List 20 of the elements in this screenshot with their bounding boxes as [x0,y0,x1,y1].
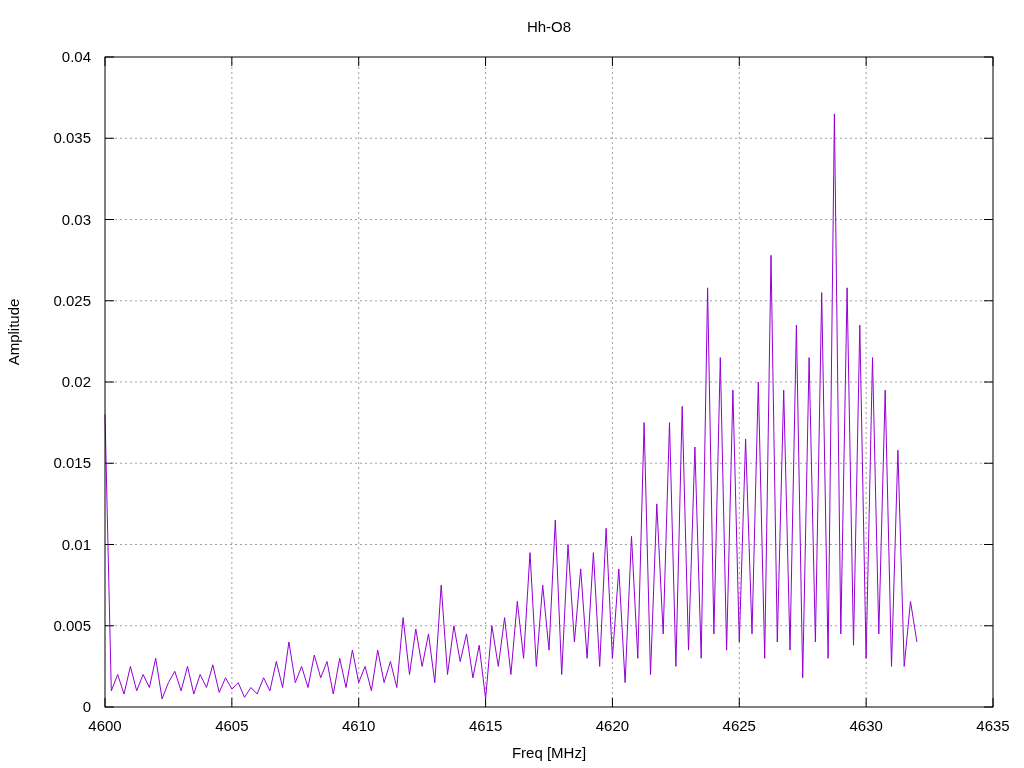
axis-label: Freq [MHz] [511,744,587,761]
tick-label: 4615 [468,717,503,734]
tick-label: 4610 [342,717,376,734]
tick-label: 0.02 [61,373,91,390]
tick-label: 0.025 [53,291,91,309]
tick-label: 0 [82,698,91,715]
tick-label: 0.005 [53,616,91,634]
axis-label: Amplitude [5,298,22,366]
tick-label: 4630 [849,717,883,734]
tick-label: 4635 [976,717,1010,734]
tick-label: 4620 [595,717,630,734]
tick-label: 4600 [88,717,122,734]
tick-label: 0.03 [61,210,91,228]
tick-label: 0.04 [61,48,91,65]
tick-label: 4625 [722,717,756,734]
tick-label: 0.01 [61,535,91,553]
tick-label: 0.015 [53,454,91,472]
chart-title: Hh-O8 [526,18,572,35]
tick-label: 4605 [215,717,249,734]
tick-label: 0.035 [53,129,91,147]
